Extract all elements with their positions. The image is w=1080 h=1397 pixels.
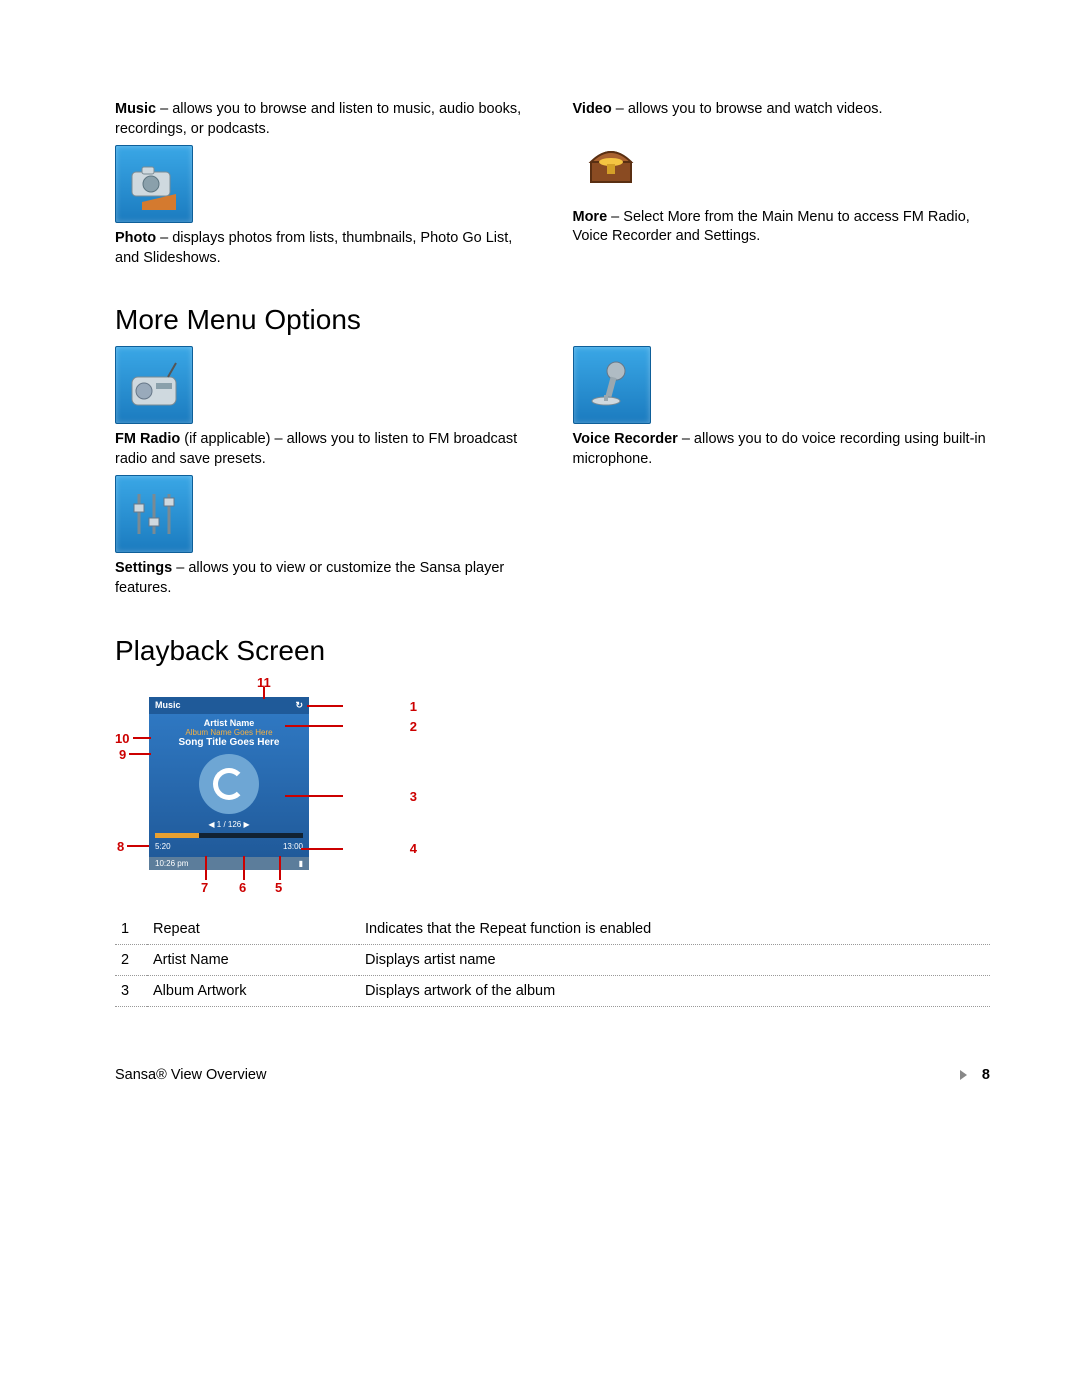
- page-arrow-icon: [958, 1069, 968, 1081]
- ref-num: 3: [115, 975, 147, 1006]
- pb-track-counter: ◀ 1 / 126 ▶: [155, 820, 303, 829]
- equalizer-icon: [124, 484, 184, 544]
- callout-9: 9: [119, 747, 126, 762]
- pb-song: Song Title Goes Here: [155, 737, 303, 748]
- photo-desc: Photo – displays photos from lists, thum…: [115, 229, 533, 268]
- more-icon-tile: [573, 126, 649, 202]
- pb-header-label: Music: [155, 700, 181, 711]
- more-row: FM Radio (if applicable) – allows you to…: [115, 342, 990, 604]
- more-left-col: FM Radio (if applicable) – allows you to…: [115, 342, 533, 604]
- fm-radio-icon-tile: [115, 346, 193, 424]
- fm-desc: FM Radio (if applicable) – allows you to…: [115, 430, 533, 469]
- callout-4: 4: [410, 841, 417, 856]
- music-desc: Music – allows you to browse and listen …: [115, 100, 533, 139]
- callout-1: 1: [410, 699, 417, 714]
- ref-num: 1: [115, 914, 147, 945]
- pb-time-total: 13:00: [283, 842, 303, 851]
- camera-icon: [124, 154, 184, 214]
- top-right-col: Video – allows you to browse and watch v…: [573, 100, 991, 274]
- repeat-indicator-icon: ↻: [295, 700, 303, 711]
- more-right-col: Voice Recorder – allows you to do voice …: [573, 342, 991, 604]
- photo-icon-tile: [115, 145, 193, 223]
- settings-desc: Settings – allows you to view or customi…: [115, 559, 533, 598]
- table-row: 3 Album Artwork Displays artwork of the …: [115, 975, 990, 1006]
- pb-clock: 10:26 pm: [155, 859, 188, 868]
- heading-playback: Playback Screen: [115, 635, 990, 667]
- ref-label: Repeat: [147, 914, 359, 945]
- pb-album-art: [199, 754, 259, 814]
- footer-title: Sansa® View Overview: [115, 1067, 266, 1083]
- ref-desc: Displays artwork of the album: [359, 975, 990, 1006]
- pb-artist: Artist Name: [155, 718, 303, 728]
- pb-header: Music ↻: [149, 697, 309, 714]
- callout-5: 5: [275, 880, 282, 895]
- ref-num: 2: [115, 944, 147, 975]
- ref-label: Artist Name: [147, 944, 359, 975]
- battery-icon: ▮: [299, 859, 303, 868]
- playback-screen: Music ↻ Artist Name Album Name Goes Here…: [149, 697, 309, 870]
- ref-label: Album Artwork: [147, 975, 359, 1006]
- video-desc: Video – allows you to browse and watch v…: [573, 100, 991, 120]
- reference-table: 1 Repeat Indicates that the Repeat funct…: [115, 914, 990, 1007]
- callout-3: 3: [410, 789, 417, 804]
- top-left-col: Music – allows you to browse and listen …: [115, 100, 533, 274]
- table-row: 1 Repeat Indicates that the Repeat funct…: [115, 914, 990, 945]
- microphone-icon: [582, 355, 642, 415]
- pb-time-elapsed: 5:20: [155, 842, 171, 851]
- ref-desc: Displays artist name: [359, 944, 990, 975]
- pb-footer: 10:26 pm ▮: [149, 857, 309, 870]
- radio-icon: [124, 355, 184, 415]
- voice-icon-tile: [573, 346, 651, 424]
- callout-2: 2: [410, 719, 417, 734]
- playback-diagram: 11 1 2 3 4 5 6 7 8 9 10 Music ↻ Artist N…: [115, 675, 429, 900]
- settings-icon-tile: [115, 475, 193, 553]
- more-desc: More – Select More from the Main Menu to…: [573, 208, 991, 247]
- callout-8: 8: [117, 839, 124, 854]
- voice-desc: Voice Recorder – allows you to do voice …: [573, 430, 991, 469]
- callout-7: 7: [201, 880, 208, 895]
- pb-progress: [155, 833, 303, 838]
- top-row: Music – allows you to browse and listen …: [115, 100, 990, 274]
- page-number: 8: [982, 1067, 990, 1083]
- page-footer: Sansa® View Overview 8: [115, 1067, 990, 1083]
- treasure-chest-icon: [581, 134, 641, 194]
- callout-6: 6: [239, 880, 246, 895]
- heading-more-menu: More Menu Options: [115, 304, 990, 336]
- document-page: Music – allows you to browse and listen …: [0, 0, 1080, 1113]
- callout-10: 10: [115, 731, 129, 746]
- table-row: 2 Artist Name Displays artist name: [115, 944, 990, 975]
- ref-desc: Indicates that the Repeat function is en…: [359, 914, 990, 945]
- pb-album: Album Name Goes Here: [155, 728, 303, 737]
